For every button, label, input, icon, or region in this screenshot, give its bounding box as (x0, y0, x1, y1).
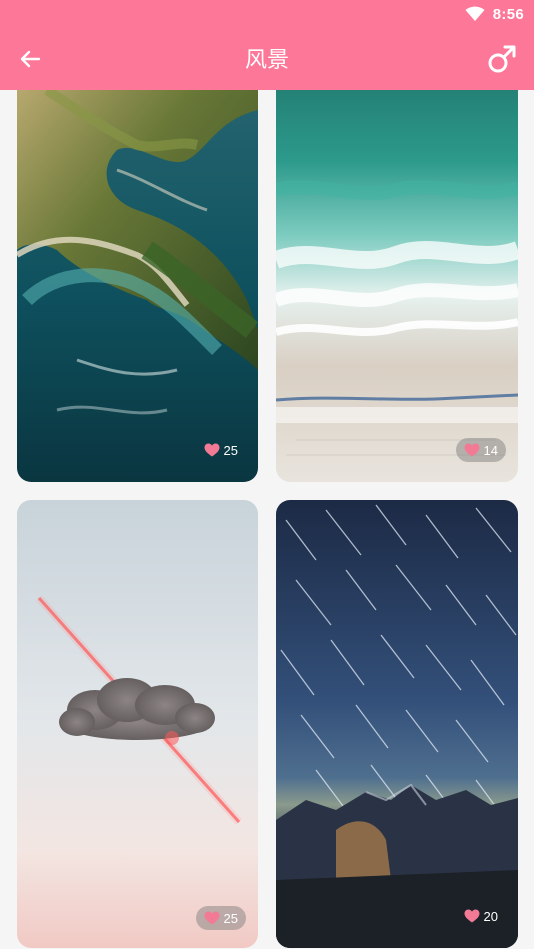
status-bar: 8:56 (0, 0, 534, 28)
app-bar: 风景 (0, 28, 534, 90)
male-symbol-icon (488, 45, 516, 73)
coastline-image (17, 90, 258, 482)
heart-icon (204, 443, 220, 457)
status-icons: 8:56 (465, 4, 524, 24)
wifi-icon (465, 6, 485, 21)
like-button[interactable]: 25 (195, 906, 246, 930)
like-count: 14 (483, 442, 498, 458)
status-time: 8:56 (492, 5, 524, 23)
cloud-image (17, 500, 258, 948)
star-trails-image (276, 500, 518, 948)
heart-icon (204, 911, 220, 925)
gender-toggle-button[interactable] (484, 41, 520, 77)
wallpaper-card[interactable]: 25 (17, 90, 258, 482)
wallpaper-card[interactable]: 20 (276, 500, 518, 948)
wallpaper-grid: 25 14 25 20 (0, 90, 534, 949)
wallpaper-card[interactable]: 25 (17, 500, 258, 948)
page-title: 风景 (244, 48, 289, 73)
heart-icon (464, 909, 480, 923)
like-count: 20 (483, 908, 498, 924)
wallpaper-card[interactable]: 14 (276, 90, 518, 482)
heart-icon (464, 443, 480, 457)
beach-image (276, 90, 518, 482)
like-count: 25 (223, 442, 238, 458)
like-count: 25 (223, 910, 238, 926)
like-button[interactable]: 14 (455, 438, 506, 462)
like-button[interactable]: 25 (196, 438, 246, 462)
like-button[interactable]: 20 (456, 904, 506, 928)
